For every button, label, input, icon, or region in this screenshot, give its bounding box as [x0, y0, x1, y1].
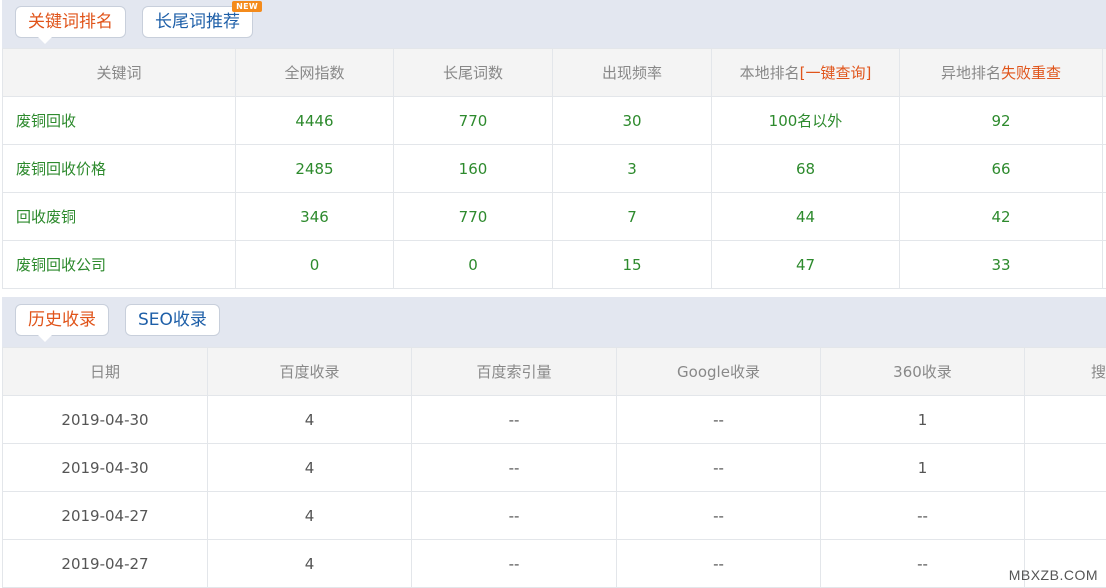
local-rank-cell: 68 [712, 145, 900, 193]
tab-history-index[interactable]: 历史收录 [15, 304, 109, 336]
header-longtail-count: 长尾词数 [394, 49, 553, 97]
tab-keyword-ranking[interactable]: 关键词排名 [15, 6, 126, 38]
header-date: 日期 [3, 348, 208, 396]
so360-cell: -- [821, 540, 1025, 588]
baidu-index-cell: -- [412, 540, 617, 588]
new-badge: NEW [232, 1, 262, 12]
overflow-cell [1103, 193, 1106, 241]
overflow-cell [1103, 97, 1106, 145]
keyword-cell[interactable]: 废铜回收价格 [3, 145, 236, 193]
longtail-count-cell: 770 [394, 97, 553, 145]
baidu-index-cell: -- [412, 492, 617, 540]
table-row: 废铜回收公司 0 0 15 47 33 [3, 241, 1106, 289]
date-cell: 2019-04-30 [3, 444, 208, 492]
index-tabs-bar: 历史收录 SEO收录 [2, 297, 1106, 347]
google-cell: -- [617, 492, 821, 540]
table-row: 废铜回收价格 2485 160 3 68 66 [3, 145, 1106, 193]
extra-cell [1025, 396, 1106, 444]
google-cell: -- [617, 396, 821, 444]
baidu-cell: 4 [208, 444, 412, 492]
date-cell: 2019-04-30 [3, 396, 208, 444]
header-360: 360收录 [821, 348, 1025, 396]
tab-history-index-label: 历史收录 [28, 310, 96, 330]
remote-rank-cell: 66 [900, 145, 1103, 193]
overflow-cell [1103, 241, 1106, 289]
frequency-cell: 7 [553, 193, 712, 241]
keyword-cell[interactable]: 废铜回收公司 [3, 241, 236, 289]
one-click-query-link[interactable]: [一键查询] [800, 64, 872, 82]
remote-rank-cell: 92 [900, 97, 1103, 145]
header-keyword: 关键词 [3, 49, 236, 97]
date-cell: 2019-04-27 [3, 540, 208, 588]
keyword-tabs-bar: 关键词排名 长尾词推荐 NEW [2, 0, 1106, 48]
keyword-ranking-table: 关键词 全网指数 长尾词数 出现频率 本地排名[一键查询] 异地排名失败重查 废… [2, 48, 1106, 289]
tab-longtail-recommend-label: 长尾词推荐 [155, 12, 240, 32]
keyword-cell[interactable]: 回收废铜 [3, 193, 236, 241]
local-rank-cell: 100名以外 [712, 97, 900, 145]
header-net-index: 全网指数 [236, 49, 394, 97]
table-row: 2019-04-27 4 -- -- -- [3, 492, 1106, 540]
table-row: 废铜回收 4446 770 30 100名以外 92 [3, 97, 1106, 145]
index-table-header: 日期 百度收录 百度索引量 Google收录 360收录 搜 [3, 348, 1106, 396]
header-baidu-index: 百度索引量 [412, 348, 617, 396]
so360-cell: 1 [821, 396, 1025, 444]
header-local-rank: 本地排名[一键查询] [712, 49, 900, 97]
index-history-table: 日期 百度收录 百度索引量 Google收录 360收录 搜 2019-04-3… [2, 347, 1106, 588]
remote-rank-cell: 42 [900, 193, 1103, 241]
header-google: Google收录 [617, 348, 821, 396]
table-row: 回收废铜 346 770 7 44 42 [3, 193, 1106, 241]
tab-seo-index[interactable]: SEO收录 [125, 304, 220, 336]
baidu-cell: 4 [208, 396, 412, 444]
so360-cell: -- [821, 492, 1025, 540]
frequency-cell: 3 [553, 145, 712, 193]
keyword-table-header: 关键词 全网指数 长尾词数 出现频率 本地排名[一键查询] 异地排名失败重查 [3, 49, 1106, 97]
table-row: 2019-04-27 4 -- -- -- [3, 540, 1106, 588]
frequency-cell: 30 [553, 97, 712, 145]
header-local-rank-label: 本地排名 [740, 64, 800, 82]
header-remote-rank-label: 异地排名 [941, 64, 1001, 82]
longtail-count-cell: 770 [394, 193, 553, 241]
frequency-cell: 15 [553, 241, 712, 289]
baidu-index-cell: -- [412, 444, 617, 492]
net-index-cell: 0 [236, 241, 394, 289]
longtail-count-cell: 160 [394, 145, 553, 193]
local-rank-cell: 44 [712, 193, 900, 241]
baidu-cell: 4 [208, 540, 412, 588]
header-remote-rank: 异地排名失败重查 [900, 49, 1103, 97]
so360-cell: 1 [821, 444, 1025, 492]
extra-cell [1025, 492, 1106, 540]
header-overflow [1103, 49, 1106, 97]
remote-rank-cell: 33 [900, 241, 1103, 289]
tab-longtail-recommend[interactable]: 长尾词推荐 NEW [142, 6, 253, 38]
net-index-cell: 4446 [236, 97, 394, 145]
header-extra: 搜 [1025, 348, 1106, 396]
extra-cell [1025, 444, 1106, 492]
keyword-cell[interactable]: 废铜回收 [3, 97, 236, 145]
retry-failed-link[interactable]: 失败重查 [1001, 64, 1061, 82]
longtail-count-cell: 0 [394, 241, 553, 289]
local-rank-cell: 47 [712, 241, 900, 289]
google-cell: -- [617, 444, 821, 492]
tab-keyword-ranking-label: 关键词排名 [28, 12, 113, 32]
table-row: 2019-04-30 4 -- -- 1 [3, 444, 1106, 492]
header-baidu: 百度收录 [208, 348, 412, 396]
net-index-cell: 346 [236, 193, 394, 241]
baidu-cell: 4 [208, 492, 412, 540]
watermark: MBXZB.COM [1009, 567, 1098, 583]
overflow-cell [1103, 145, 1106, 193]
tab-seo-index-label: SEO收录 [138, 310, 207, 330]
date-cell: 2019-04-27 [3, 492, 208, 540]
header-frequency: 出现频率 [553, 49, 712, 97]
table-row: 2019-04-30 4 -- -- 1 [3, 396, 1106, 444]
google-cell: -- [617, 540, 821, 588]
net-index-cell: 2485 [236, 145, 394, 193]
baidu-index-cell: -- [412, 396, 617, 444]
